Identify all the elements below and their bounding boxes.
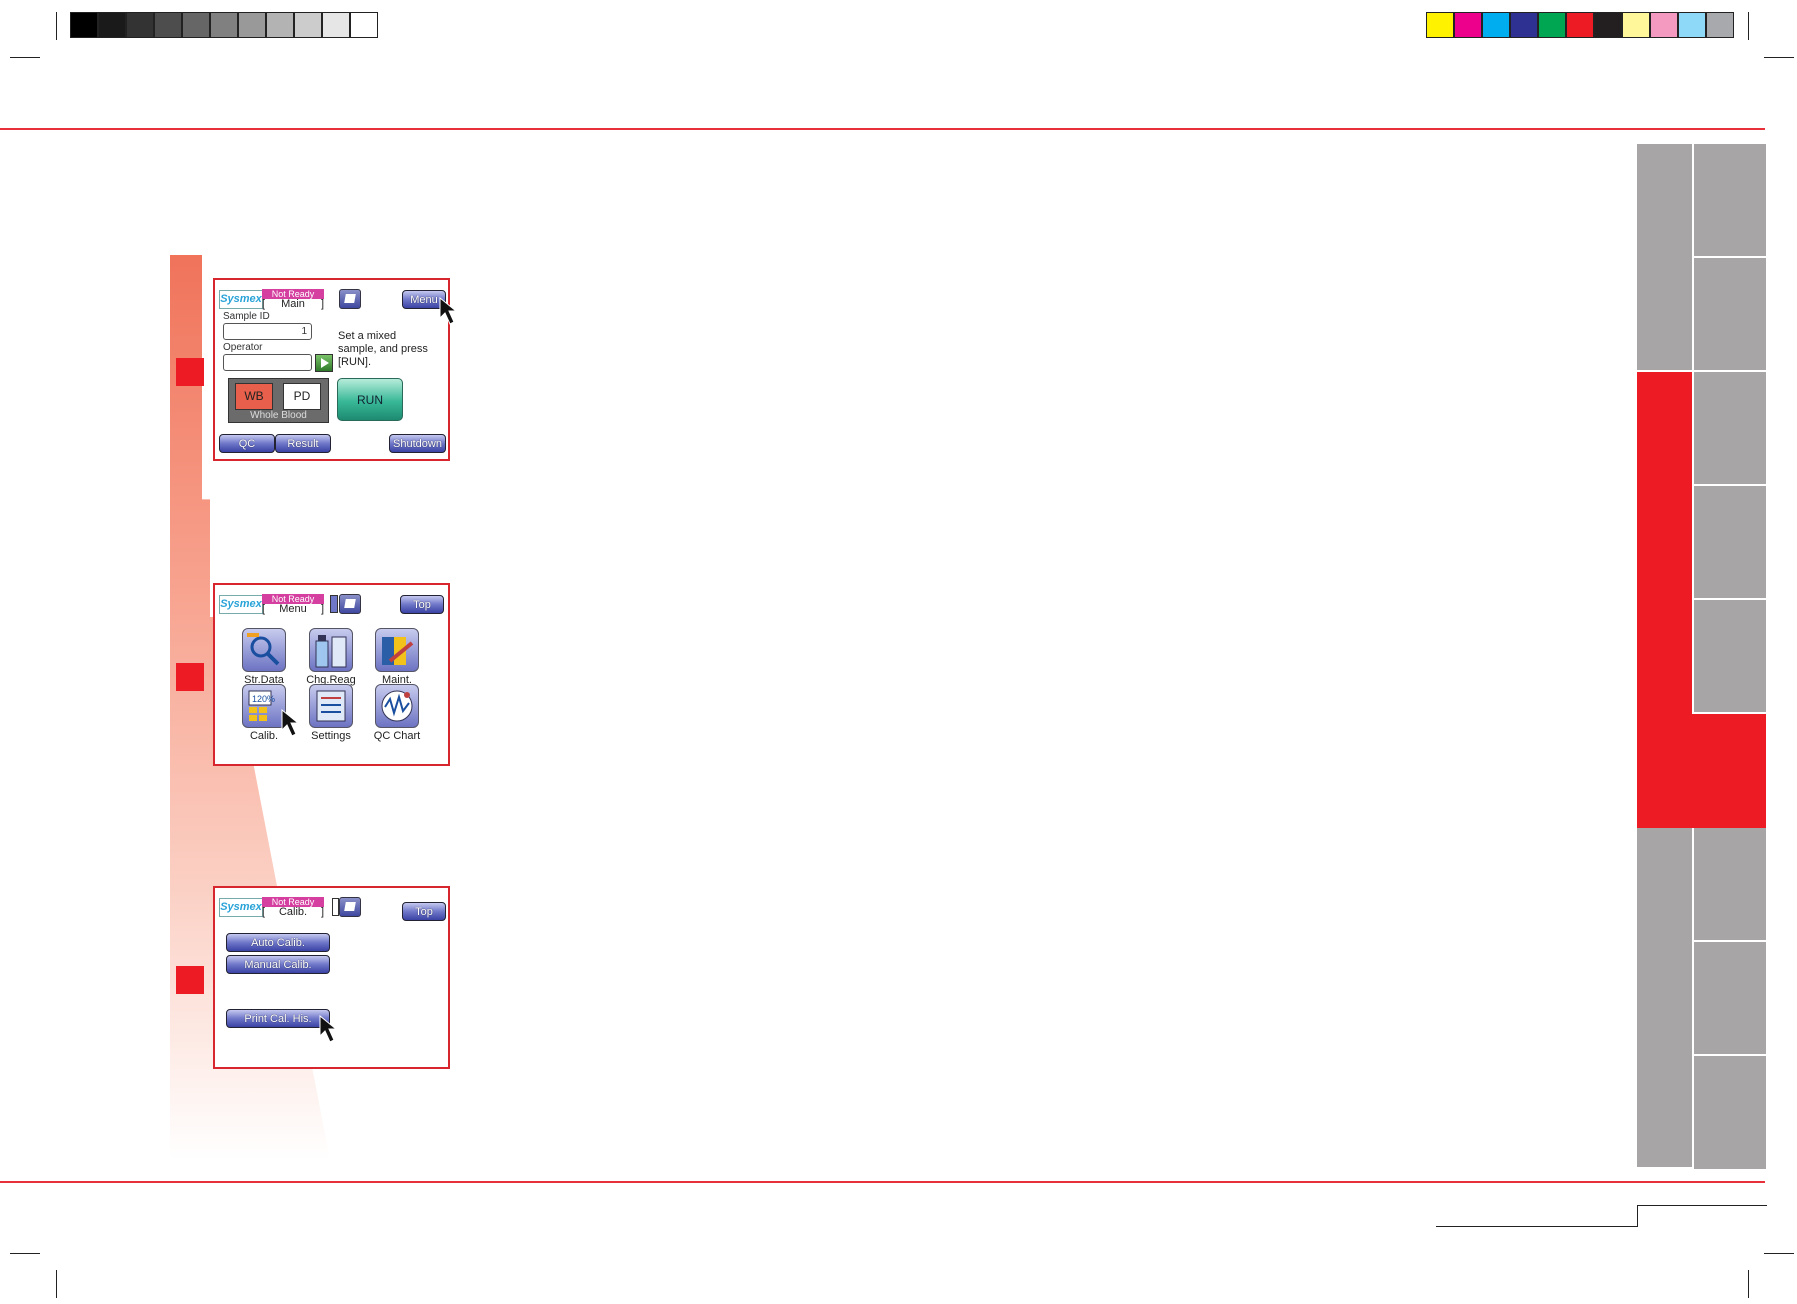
mode-selector: WB PD Whole Blood [228, 378, 329, 423]
chapter-tab[interactable] [1694, 1056, 1766, 1169]
printer-icon[interactable] [339, 594, 361, 614]
shutdown-button[interactable]: Shutdown [389, 434, 446, 453]
printer-icon[interactable] [339, 289, 361, 309]
sysmex-logo: Sysmex [219, 290, 263, 309]
sysmex-logo: Sysmex [219, 595, 263, 614]
color-swatch [1426, 12, 1454, 38]
maintenance-icon[interactable] [375, 628, 419, 672]
page-number-frame [1637, 1205, 1638, 1227]
color-swatch [1510, 12, 1538, 38]
gray-swatch [154, 12, 182, 38]
crop-mark [1748, 12, 1749, 40]
color-swatch [1594, 12, 1622, 38]
change-reagent-icon[interactable] [309, 628, 353, 672]
result-button[interactable]: Result [275, 434, 331, 453]
color-swatch [1678, 12, 1706, 38]
instruction-text: Set a mixed sample, and press [RUN]. [338, 330, 428, 368]
gray-swatch [238, 12, 266, 38]
crop-mark [56, 1270, 57, 1298]
sample-id-field[interactable]: 1 [223, 323, 312, 340]
step-marker-1 [176, 358, 204, 386]
screen-title: Main [262, 299, 324, 311]
color-swatch [1538, 12, 1566, 38]
gray-swatch [322, 12, 350, 38]
color-swatch [1566, 12, 1594, 38]
top-button[interactable]: Top [400, 595, 444, 614]
svg-text:120%: 120% [252, 694, 275, 704]
color-swatch [1650, 12, 1678, 38]
sample-id-label: Sample ID [223, 311, 270, 322]
footer-rule [0, 1181, 1765, 1183]
chapter-tab[interactable] [1694, 372, 1766, 486]
header-rule [0, 128, 1765, 130]
chapter-tab[interactable] [1637, 144, 1692, 372]
pointer-cursor-icon [319, 1014, 338, 1043]
gray-swatch [70, 12, 98, 38]
chapter-tabs [1637, 144, 1766, 1169]
qc-chart-icon[interactable] [375, 684, 419, 728]
gray-swatch [210, 12, 238, 38]
pointer-cursor-icon [281, 708, 300, 737]
calibration-icon[interactable]: 120% [242, 684, 286, 728]
chapter-tab-active[interactable] [1637, 372, 1692, 828]
crop-mark [10, 1253, 40, 1254]
chapter-tab[interactable] [1637, 828, 1692, 1169]
color-swatch [1482, 12, 1510, 38]
crop-mark [1764, 57, 1794, 58]
chapter-tab-active[interactable] [1692, 714, 1766, 828]
menu-label-qc-chart: QC Chart [373, 730, 421, 742]
crop-mark [1764, 1253, 1794, 1254]
run-button[interactable]: RUN [337, 378, 403, 421]
gray-swatch [350, 12, 378, 38]
color-swatch [1706, 12, 1734, 38]
gray-swatch [266, 12, 294, 38]
gray-swatch [126, 12, 154, 38]
gray-swatch [294, 12, 322, 38]
page-number-frame [1637, 1205, 1767, 1206]
page-number-frame [1436, 1226, 1638, 1227]
sysmex-logo: Sysmex [219, 898, 263, 917]
screen-title: Menu [262, 604, 324, 616]
chapter-tab[interactable] [1694, 144, 1766, 258]
settings-icon[interactable] [309, 684, 353, 728]
chapter-tab[interactable] [1694, 258, 1766, 372]
manual-calib-button[interactable]: Manual Calib. [226, 955, 330, 974]
reagent-level-icon [330, 595, 338, 613]
calib-screen: Sysmex Not Ready Calib. Top Auto Calib. … [213, 886, 450, 1069]
operator-enter-button[interactable] [315, 354, 333, 372]
reagent-level-icon [332, 898, 339, 916]
main-screen: Sysmex Not Ready Main Menu Sample ID 1 O… [213, 278, 458, 461]
color-swatch [1454, 12, 1482, 38]
screen-title: Calib. [262, 907, 324, 919]
chapter-tab[interactable] [1694, 486, 1766, 600]
crop-mark [56, 12, 57, 40]
mode-caption: Whole Blood [250, 410, 307, 421]
pointer-cursor-icon [439, 296, 458, 325]
mode-pd-button[interactable]: PD [283, 383, 321, 410]
chapter-tab[interactable] [1694, 828, 1766, 942]
printer-icon[interactable] [339, 897, 361, 917]
mode-wb-button[interactable]: WB [235, 383, 273, 410]
top-button[interactable]: Top [402, 902, 446, 921]
menu-screen: Sysmex Not Ready Menu Top Str.Data Chg.R… [213, 583, 450, 766]
print-cal-his-button[interactable]: Print Cal. His. [226, 1009, 330, 1028]
gray-swatch [98, 12, 126, 38]
auto-calib-button[interactable]: Auto Calib. [226, 933, 330, 952]
step-marker-3 [176, 966, 204, 994]
operator-label: Operator [223, 342, 263, 353]
chapter-tab[interactable] [1694, 600, 1766, 714]
qc-button[interactable]: QC [219, 434, 275, 453]
crop-mark [10, 57, 40, 58]
stored-data-icon[interactable] [242, 628, 286, 672]
step-marker-2 [176, 663, 204, 691]
color-swatch [1622, 12, 1650, 38]
gray-swatch [182, 12, 210, 38]
chapter-tab[interactable] [1694, 942, 1766, 1056]
operator-field[interactable] [223, 354, 312, 371]
crop-mark [1748, 1270, 1749, 1298]
